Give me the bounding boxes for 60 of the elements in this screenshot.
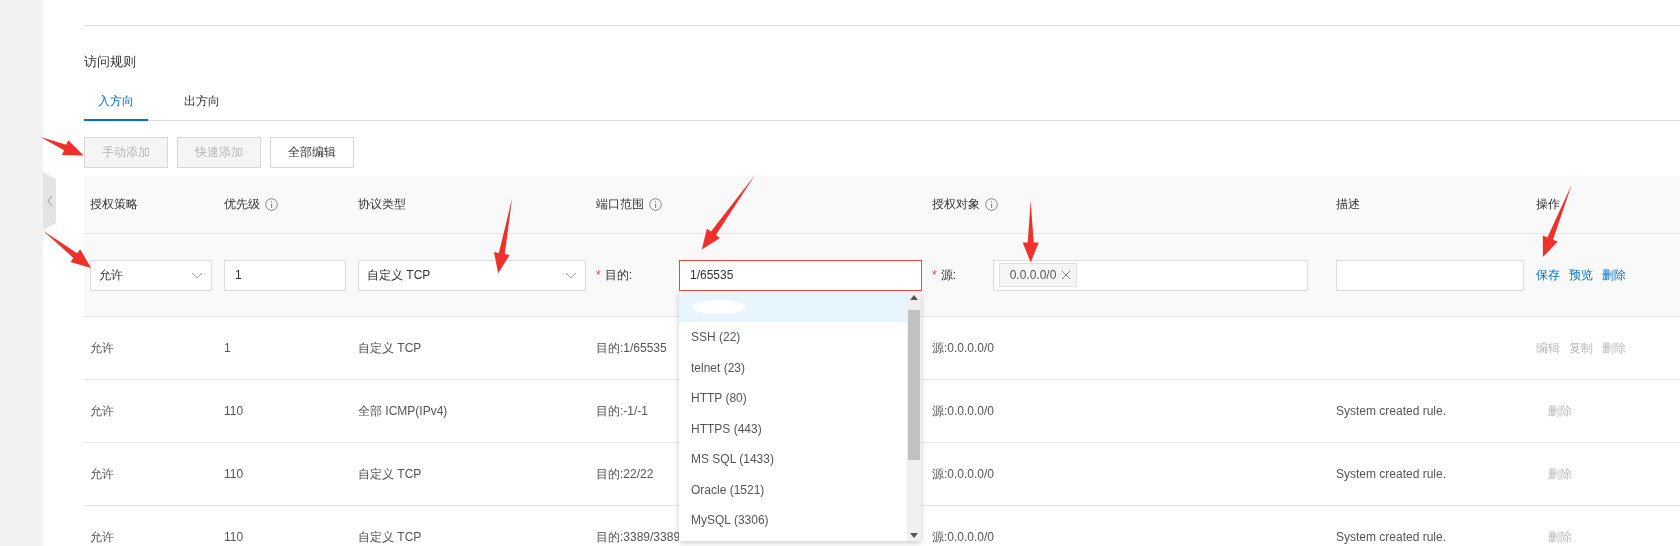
annotation-arrow xyxy=(42,230,92,268)
column-header: 授权对象 xyxy=(932,196,980,213)
action-link[interactable]: 保存 xyxy=(1536,266,1560,284)
priority-input[interactable]: 1 xyxy=(224,259,346,291)
table-cell: 目的:3389/3389 xyxy=(596,528,681,546)
column-header: 授权策略 xyxy=(90,196,138,213)
table-cell: 目的:22/22 xyxy=(596,465,654,483)
table-cell: 允许 xyxy=(90,528,114,546)
table-cell: System created rule. xyxy=(1336,530,1447,544)
column-header: 协议类型 xyxy=(358,196,406,213)
toolbar-button[interactable]: 全部编辑 xyxy=(270,137,354,168)
required-mark: * xyxy=(932,268,937,282)
direction-tab[interactable]: 出方向 xyxy=(170,84,234,121)
annotation-arrow xyxy=(1022,200,1039,263)
table-cell: 自定义 TCP xyxy=(358,339,422,357)
redaction-blur xyxy=(691,298,747,315)
description-input[interactable] xyxy=(1336,259,1524,291)
column-header: 操作 xyxy=(1536,196,1560,213)
annotation-arrow xyxy=(40,137,84,156)
table-cell: 目的:-1/-1 xyxy=(596,402,648,420)
close-icon[interactable] xyxy=(1062,271,1071,279)
action-link[interactable]: 预览 xyxy=(1569,266,1593,284)
column-header: 端口范围 xyxy=(596,196,644,213)
chevron-left-icon xyxy=(46,195,53,207)
table-cell: 110 xyxy=(224,404,244,418)
column-header: 描述 xyxy=(1336,196,1360,213)
protocol-select[interactable]: 自定义 TCP xyxy=(358,259,586,291)
table-cell: 源:0.0.0.0/0 xyxy=(932,465,995,483)
table-cell: 110 xyxy=(224,530,244,544)
section-title: 访问规则 xyxy=(84,53,137,71)
table-cell: 110 xyxy=(224,467,244,481)
table-cell: 自定义 TCP xyxy=(358,528,422,546)
policy-select[interactable]: 允许 xyxy=(90,259,212,291)
table-cell: 源:0.0.0.0/0 xyxy=(932,528,995,546)
scroll-down-icon[interactable] xyxy=(910,532,918,538)
table-cell: System created rule. xyxy=(1336,467,1447,481)
port-input[interactable]: 1/65535 xyxy=(679,259,922,291)
source-field[interactable]: 0.0.0.0/0 xyxy=(992,259,1308,291)
scroll-up-icon[interactable] xyxy=(910,294,918,300)
table-cell: 允许 xyxy=(90,339,114,357)
caret-icon xyxy=(191,271,203,279)
table-cell: 1 xyxy=(224,341,231,355)
caret-icon xyxy=(565,271,577,279)
table-cell: 允许 xyxy=(90,402,114,420)
table-cell: 目的:1/65535 xyxy=(596,339,667,357)
direction-tab[interactable]: 入方向 xyxy=(84,84,148,121)
table-cell: 全部 ICMP(IPv4) xyxy=(358,402,448,420)
table-cell: 源:0.0.0.0/0 xyxy=(932,339,995,357)
collapse-handle[interactable] xyxy=(43,172,56,230)
scrollbar[interactable] xyxy=(907,291,921,541)
source-label: 源: xyxy=(940,266,957,284)
table-cell: System created rule. xyxy=(1336,404,1447,418)
table-cell: 自定义 TCP xyxy=(358,465,422,483)
port-label: 目的: xyxy=(604,266,632,284)
table-cell: 源:0.0.0.0/0 xyxy=(932,402,995,420)
action-link[interactable]: 删除 xyxy=(1602,266,1626,284)
table-cell: 允许 xyxy=(90,465,114,483)
tag-text: 0.0.0.0/0 xyxy=(1009,268,1057,282)
column-header: 优先级 xyxy=(224,196,260,213)
required-mark: * xyxy=(596,268,601,282)
